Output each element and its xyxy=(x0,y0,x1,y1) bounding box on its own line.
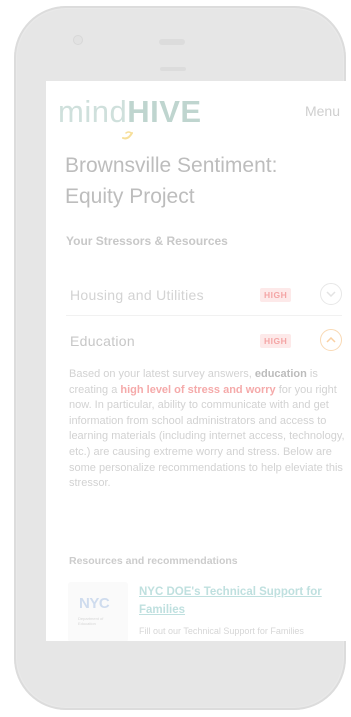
phone-frame: mindHIVE Menu Brownsville Sentiment: Equ… xyxy=(14,6,348,710)
chevron-down-icon[interactable] xyxy=(320,283,342,305)
earpiece xyxy=(159,39,185,45)
header: mindHIVE Menu xyxy=(58,95,344,140)
detail-text-part: for you right now. In particular, abilit… xyxy=(69,383,345,490)
divider xyxy=(66,315,342,316)
status-badge: HIGH xyxy=(260,334,292,348)
menu-button[interactable]: Menu xyxy=(305,103,340,119)
detail-emphasis: education xyxy=(254,368,307,380)
resource-description: Fill out our Technical Support for Famil… xyxy=(139,626,304,636)
proximity-sensor xyxy=(160,67,186,71)
section-title: Your Stressors & Resources xyxy=(66,234,228,248)
mindhive-logo[interactable]: mindHIVE xyxy=(58,95,202,129)
stressor-row-education[interactable]: Education HIGH xyxy=(66,325,342,361)
logo-hive-text: HIVE xyxy=(127,94,202,129)
page-title: Brownsville Sentiment: Equity Project xyxy=(65,154,278,208)
stressor-label: Education xyxy=(70,333,135,349)
stressor-row-housing[interactable]: Housing and Utilities HIGH xyxy=(66,279,342,315)
logo-subtext: Department of Education xyxy=(78,616,104,626)
stressor-label: Housing and Utilities xyxy=(70,287,204,303)
bee-icon xyxy=(122,131,133,140)
nyc-doe-logo: NYC Department of Education xyxy=(68,582,128,641)
logo-text: NYC xyxy=(79,595,110,612)
chevron-up-icon[interactable] xyxy=(320,329,342,351)
logo-mind-text: mind xyxy=(58,94,128,129)
education-detail-text: Based on your latest survey answers, edu… xyxy=(69,367,347,492)
front-camera xyxy=(73,35,83,45)
resource-link[interactable]: NYC DOE's Technical Support for Families xyxy=(139,583,335,619)
detail-text-part: Based on your latest survey answers, xyxy=(69,368,255,380)
resource-item: NYC Department of Education NYC DOE's Te… xyxy=(68,578,348,641)
status-badge: HIGH xyxy=(260,288,292,302)
app-screen: mindHIVE Menu Brownsville Sentiment: Equ… xyxy=(46,81,348,641)
detail-highlight: high level of stress and worry xyxy=(120,383,276,396)
resources-title: Resources and recommendations xyxy=(69,555,238,567)
